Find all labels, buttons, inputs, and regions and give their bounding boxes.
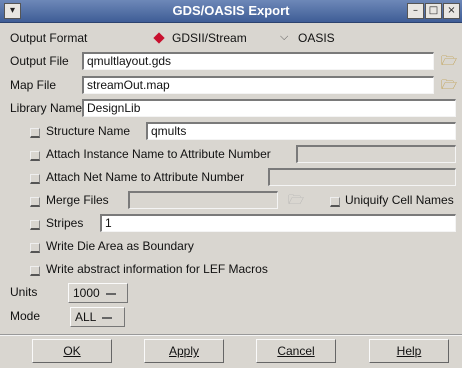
attach-instance-label[interactable]: Attach Instance Name to Attribute Number	[46, 147, 271, 161]
output-format-label: Output Format	[10, 31, 88, 45]
attach-instance-input[interactable]	[296, 145, 456, 163]
uniquify-label[interactable]: Uniquify Cell Names	[345, 193, 454, 207]
stripes-input[interactable]: 1	[100, 214, 456, 232]
folder-open-icon[interactable]: 🗁	[288, 192, 304, 208]
units-option-menu[interactable]: 1000	[68, 283, 128, 303]
structure-name-row: Structure Name qmults	[0, 121, 462, 143]
radio-oasis-label[interactable]: OASIS	[298, 31, 335, 45]
attach-net-input[interactable]	[268, 168, 456, 186]
die-area-row: Write Die Area as Boundary	[0, 236, 462, 258]
merge-files-label[interactable]: Merge Files	[46, 193, 109, 207]
structure-name-checkbox[interactable]	[30, 128, 40, 138]
option-menu-indicator-icon	[102, 316, 113, 319]
ok-button[interactable]: OK	[32, 339, 112, 363]
apply-button[interactable]: Apply	[144, 339, 224, 363]
window-title: GDS/OASIS Export	[172, 3, 290, 18]
button-separator	[0, 334, 462, 336]
output-file-input[interactable]: qmultlayout.gds	[82, 52, 434, 70]
map-file-input[interactable]: streamOut.map	[82, 76, 434, 94]
output-file-label: Output File	[10, 54, 69, 68]
option-menu-indicator-icon	[105, 292, 116, 295]
die-area-label[interactable]: Write Die Area as Boundary	[46, 239, 194, 253]
radio-gds-selected-icon[interactable]	[153, 32, 165, 44]
abstract-info-label[interactable]: Write abstract information for LEF Macro…	[46, 262, 268, 276]
output-file-row: Output File qmultlayout.gds 🗁	[0, 51, 462, 73]
output-format-row: Output Format GDSII/Stream ⌵ OASIS	[0, 28, 462, 50]
uniquify-checkbox[interactable]	[330, 197, 340, 207]
folder-open-icon[interactable]: 🗁	[441, 53, 457, 69]
minimize-button[interactable]: –	[407, 3, 424, 19]
attach-instance-checkbox[interactable]	[30, 151, 40, 161]
attach-instance-row: Attach Instance Name to Attribute Number	[0, 144, 462, 166]
mode-row: Mode ALL	[0, 306, 462, 328]
radio-gds-label[interactable]: GDSII/Stream	[172, 31, 247, 45]
ok-button-label: OK	[63, 344, 81, 358]
title-bar: ▾ GDS/OASIS Export – □ ×	[0, 0, 462, 23]
mode-label: Mode	[10, 309, 41, 323]
mode-option-menu[interactable]: ALL	[70, 307, 125, 327]
library-name-input[interactable]: DesignLib	[82, 99, 456, 117]
stripes-checkbox[interactable]	[30, 220, 40, 230]
maximize-button[interactable]: □	[425, 3, 442, 19]
close-button[interactable]: ×	[443, 3, 460, 19]
apply-button-label: Apply	[168, 344, 200, 358]
library-name-row: Library Name DesignLib	[0, 98, 462, 120]
abstract-info-checkbox[interactable]	[30, 266, 40, 276]
structure-name-input[interactable]: qmults	[146, 122, 456, 140]
attach-net-row: Attach Net Name to Attribute Number	[0, 167, 462, 189]
radio-oasis-icon[interactable]: ⌵	[280, 31, 288, 44]
mode-value: ALL	[75, 310, 97, 324]
attach-net-checkbox[interactable]	[30, 174, 40, 184]
help-button[interactable]: Help	[369, 339, 449, 363]
units-value: 1000	[73, 286, 100, 300]
merge-files-input[interactable]	[128, 191, 278, 209]
abstract-info-row: Write abstract information for LEF Macro…	[0, 259, 462, 281]
library-name-label: Library Name	[10, 101, 83, 115]
cancel-button[interactable]: Cancel	[256, 339, 336, 363]
folder-open-icon[interactable]: 🗁	[441, 77, 457, 93]
structure-name-label[interactable]: Structure Name	[46, 124, 130, 138]
map-file-label: Map File	[10, 78, 57, 92]
stripes-label[interactable]: Stripes	[46, 216, 83, 230]
help-button-label: Help	[396, 344, 422, 358]
cancel-button-label: Cancel	[277, 344, 315, 358]
units-row: Units 1000	[0, 282, 462, 304]
map-file-row: Map File streamOut.map 🗁	[0, 75, 462, 97]
units-label: Units	[10, 285, 38, 299]
attach-net-label[interactable]: Attach Net Name to Attribute Number	[46, 170, 244, 184]
merge-files-row: Merge Files 🗁 Uniquify Cell Names	[0, 190, 462, 212]
stripes-row: Stripes 1	[0, 213, 462, 235]
die-area-checkbox[interactable]	[30, 243, 40, 253]
merge-files-checkbox[interactable]	[30, 197, 40, 207]
